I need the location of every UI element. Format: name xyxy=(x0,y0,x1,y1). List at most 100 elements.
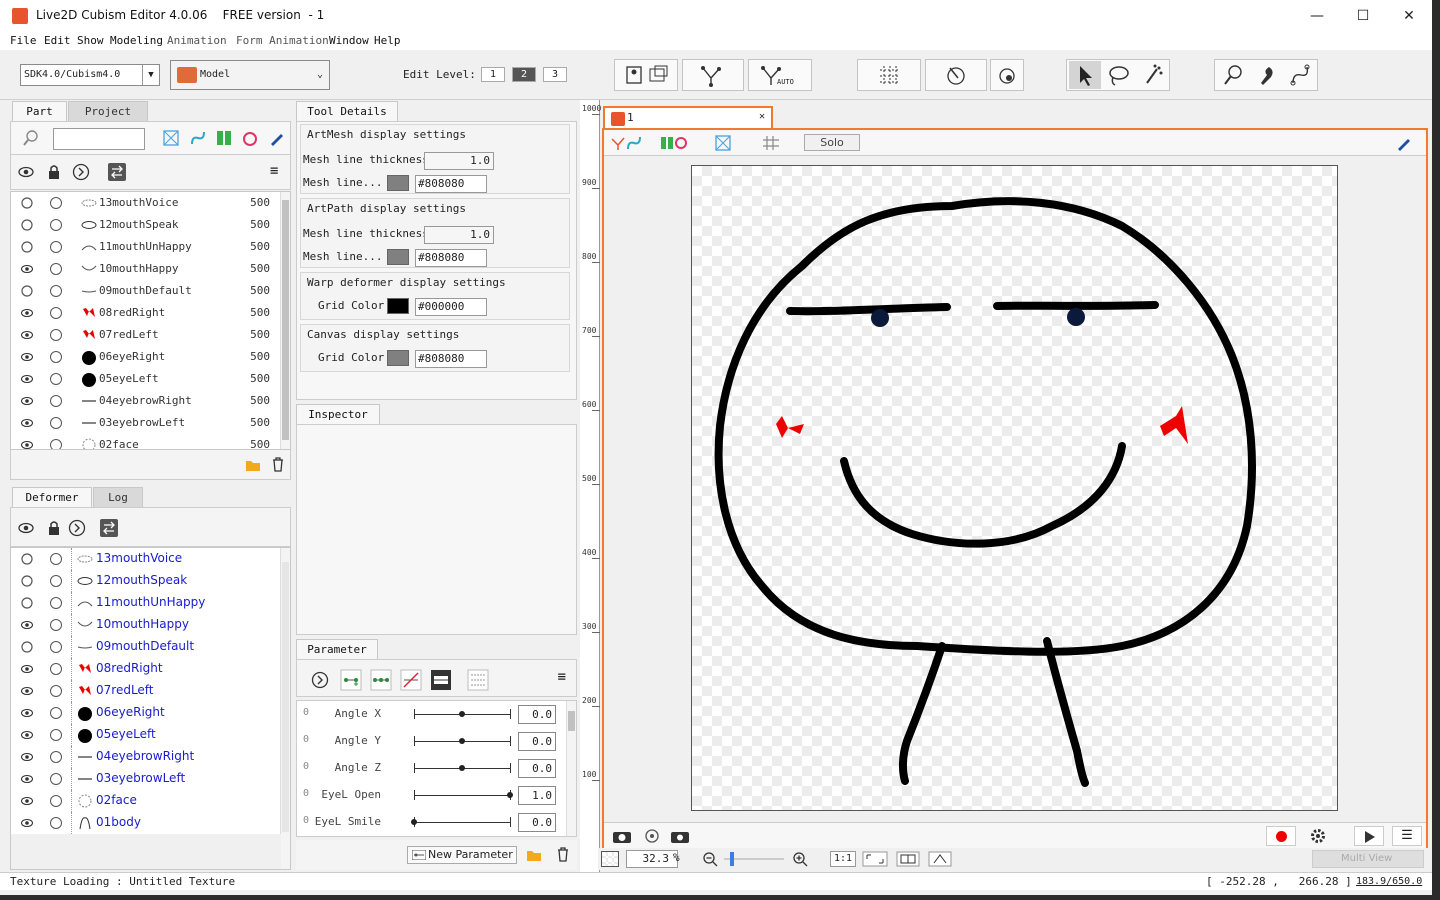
parameter-slider-knob[interactable] xyxy=(507,792,513,798)
hidden-circle-icon[interactable] xyxy=(21,597,33,609)
deform-brush-icon[interactable] xyxy=(1217,61,1249,89)
parameter-value-input[interactable]: 0.0 xyxy=(518,813,556,832)
edit-level-1[interactable]: 1 xyxy=(481,67,505,82)
eye-icon[interactable] xyxy=(21,773,33,785)
artmesh-display-icon[interactable] xyxy=(715,135,731,151)
hidden-circle-icon[interactable] xyxy=(21,575,33,587)
select-circle-icon[interactable] xyxy=(50,685,62,697)
multi-view-button[interactable]: Multi View xyxy=(1312,850,1424,868)
eye-icon[interactable] xyxy=(21,417,33,429)
parameter-list-scrollbar[interactable] xyxy=(566,701,576,836)
tab-tool-details[interactable]: Tool Details xyxy=(296,101,398,121)
artmesh-filter-icon[interactable] xyxy=(163,130,179,146)
eye-icon[interactable] xyxy=(18,165,34,179)
checker-toggle-icon[interactable] xyxy=(601,851,619,867)
auto-mesh-button[interactable]: AUTO xyxy=(748,59,812,91)
expand-circle-icon[interactable] xyxy=(72,163,90,181)
warp-grid-input[interactable]: #000000 xyxy=(415,298,487,316)
expand-circle-icon[interactable] xyxy=(311,671,329,689)
parameter-slider[interactable] xyxy=(414,822,510,823)
deformer-row[interactable]: 01body xyxy=(11,812,290,834)
parameter-slider-knob[interactable] xyxy=(459,711,465,717)
hidden-circle-icon[interactable] xyxy=(21,641,33,653)
artmesh-color-swatch[interactable] xyxy=(387,175,409,191)
parameter-slider-knob[interactable] xyxy=(459,765,465,771)
deformer-row[interactable]: 09mouthDefault xyxy=(11,636,290,658)
expand-circle-icon[interactable] xyxy=(68,519,86,537)
play-button[interactable] xyxy=(1354,826,1384,846)
menu-show[interactable]: Show xyxy=(77,34,104,47)
mode-select[interactable]: Model ⌄ xyxy=(170,60,330,90)
parameter-group-icon[interactable] xyxy=(430,669,452,691)
parameter-row[interactable]: 0 EyeL Smile 0.0 xyxy=(297,809,567,836)
eye-icon[interactable] xyxy=(21,351,33,363)
parameter-row[interactable]: 0 Angle X 0.0 xyxy=(297,701,567,728)
capture-icon[interactable] xyxy=(642,828,662,844)
select-circle-icon[interactable] xyxy=(50,795,62,807)
artmesh-color-input[interactable]: #808080 xyxy=(415,175,487,193)
eye-icon[interactable] xyxy=(21,329,33,341)
eye-icon[interactable] xyxy=(21,395,33,407)
deformer-row[interactable]: 12mouthSpeak xyxy=(11,570,290,592)
list-view-button[interactable]: ☰ xyxy=(1392,826,1422,846)
close-button[interactable]: ✕ xyxy=(1386,4,1432,28)
minimize-button[interactable]: — xyxy=(1294,4,1340,28)
zoom-slider-thumb[interactable] xyxy=(730,852,734,866)
folder-icon[interactable] xyxy=(526,848,542,862)
part-row[interactable]: 11mouthUnHappy 500 xyxy=(11,236,290,258)
part-row[interactable]: 02face 500 xyxy=(11,434,290,449)
folder-icon[interactable] xyxy=(245,458,261,472)
part-row[interactable]: 07redLeft 500 xyxy=(11,324,290,346)
eye-icon[interactable] xyxy=(21,729,33,741)
eye-icon[interactable] xyxy=(21,373,33,385)
select-circle-icon[interactable] xyxy=(50,575,62,587)
deformer-row[interactable]: 10mouthHappy xyxy=(11,614,290,636)
select-circle-icon[interactable] xyxy=(50,439,62,449)
arrow-select-button[interactable] xyxy=(1069,61,1101,89)
select-circle-icon[interactable] xyxy=(50,197,62,209)
hidden-circle-icon[interactable] xyxy=(21,241,33,253)
select-circle-icon[interactable] xyxy=(50,773,62,785)
edit-level-3[interactable]: 3 xyxy=(543,67,567,82)
parameter-slider-knob[interactable] xyxy=(411,819,417,825)
select-circle-icon[interactable] xyxy=(50,241,62,253)
menu-help[interactable]: Help xyxy=(374,34,401,47)
deformer-row[interactable]: 03eyebrowLeft xyxy=(11,768,290,790)
deformer-row[interactable]: 05eyeLeft xyxy=(11,724,290,746)
eye-icon[interactable] xyxy=(21,263,33,275)
parameter-slider[interactable] xyxy=(414,795,510,796)
maximize-button[interactable]: ☐ xyxy=(1340,4,1386,28)
part-row[interactable]: 13mouthVoice 500 xyxy=(11,192,290,214)
flip-icon[interactable] xyxy=(928,851,952,867)
eye-icon[interactable] xyxy=(21,307,33,319)
menu-modeling[interactable]: Modeling xyxy=(110,34,163,47)
tab-view-1[interactable]: 1 ✕ xyxy=(603,106,773,130)
deformer-row[interactable]: 13mouthVoice xyxy=(11,548,290,570)
hidden-circle-icon[interactable] xyxy=(21,553,33,565)
part-row[interactable]: 06eyeRight 500 xyxy=(11,346,290,368)
close-tab-icon[interactable]: ✕ xyxy=(759,111,765,122)
swap-icon[interactable] xyxy=(99,518,119,538)
select-circle-icon[interactable] xyxy=(50,817,62,829)
edit-level-2[interactable]: 2 xyxy=(512,67,536,82)
scroll-thumb[interactable] xyxy=(282,200,289,440)
new-parameter-button[interactable]: New Parameter xyxy=(407,846,517,864)
part-row[interactable]: 05eyeLeft 500 xyxy=(11,368,290,390)
part-row[interactable]: 08redRight 500 xyxy=(11,302,290,324)
select-circle-icon[interactable] xyxy=(50,219,62,231)
eye-icon[interactable] xyxy=(21,751,33,763)
solo-button[interactable]: Solo xyxy=(804,134,860,151)
pen-filter-icon[interactable] xyxy=(269,130,285,146)
tab-project[interactable]: Project xyxy=(68,101,148,121)
eye-icon[interactable] xyxy=(21,685,33,697)
path-filter-icon[interactable] xyxy=(190,130,206,146)
menu-edit[interactable]: Edit xyxy=(44,34,71,47)
add-key-icon[interactable] xyxy=(340,669,362,691)
frame-icon[interactable] xyxy=(896,851,920,867)
menu-window[interactable]: Window xyxy=(329,34,369,47)
hidden-circle-icon[interactable] xyxy=(21,219,33,231)
select-circle-icon[interactable] xyxy=(50,597,62,609)
eye-icon[interactable] xyxy=(21,619,33,631)
sdk-version-select[interactable]: SDK4.0/Cubism4.0 ▼ xyxy=(20,64,160,86)
trash-icon[interactable] xyxy=(271,456,285,472)
